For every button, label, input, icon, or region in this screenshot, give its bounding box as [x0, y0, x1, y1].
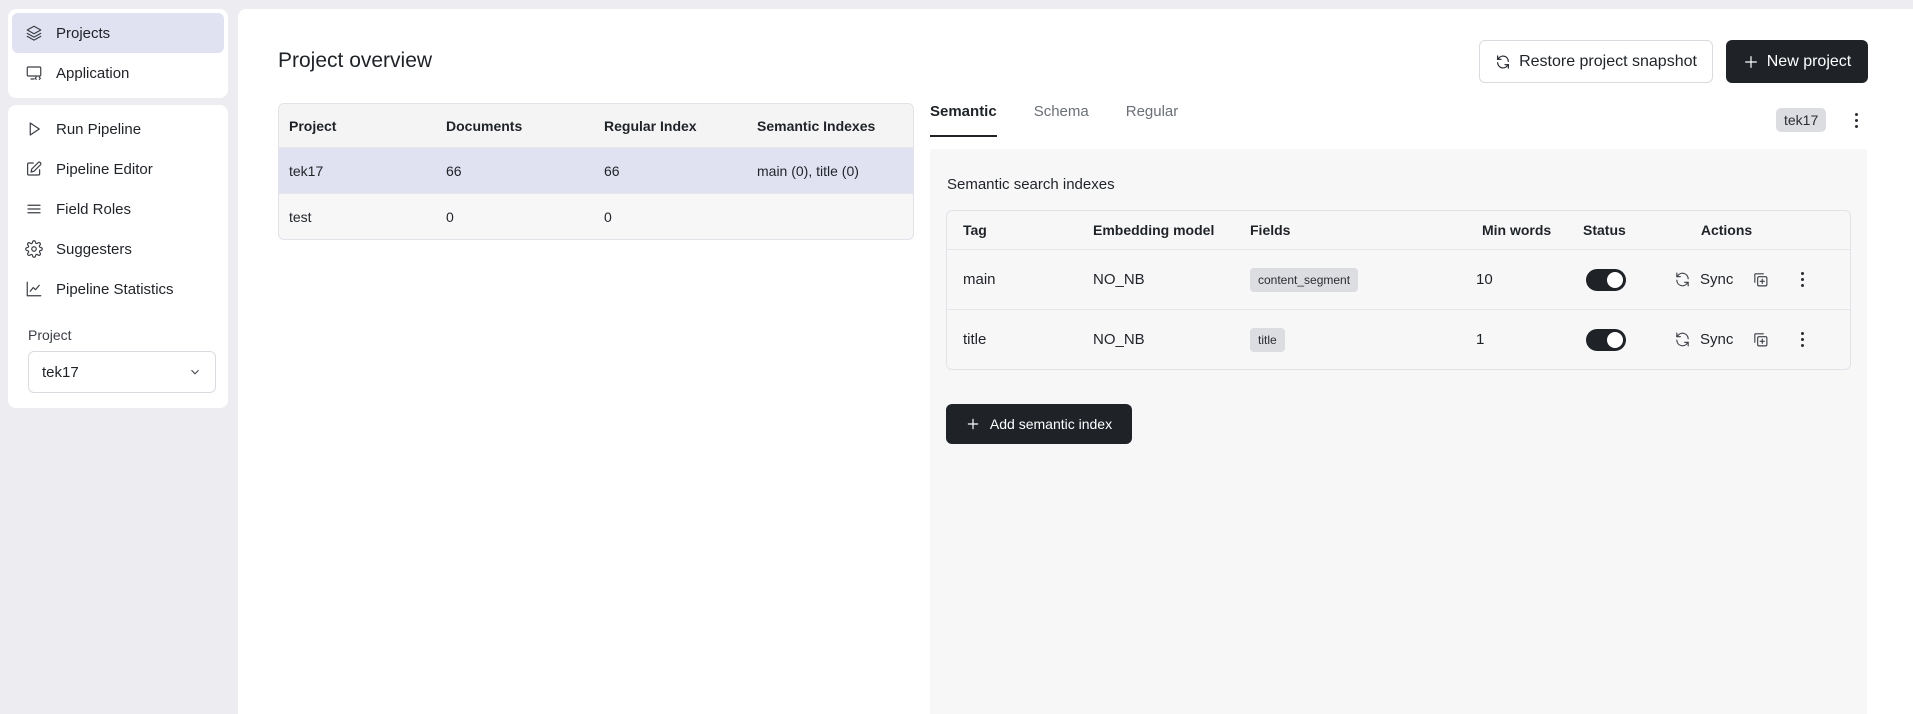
layers-icon [24, 23, 44, 43]
list-icon [24, 199, 44, 219]
panel-title: Semantic search indexes [947, 176, 1115, 193]
sidebar-item-label: Field Roles [56, 200, 132, 218]
project-name-cell: tek17 [289, 162, 324, 179]
column-header: Project [289, 117, 337, 134]
sidebar-item-run-pipeline[interactable]: Run Pipeline [12, 109, 224, 149]
min-words-cell: 1 [1476, 331, 1485, 348]
sidebar-item-label: Pipeline Editor [56, 160, 153, 178]
tab-regular[interactable]: Regular [1126, 103, 1179, 137]
sidebar-item-label: Projects [56, 24, 111, 42]
row-more-options-icon[interactable] [1794, 270, 1810, 290]
chevron-down-icon [191, 369, 199, 375]
table-row[interactable]: tek17 66 66 main (0), title (0) [279, 147, 913, 193]
column-header: Status [1583, 222, 1626, 238]
regular-index-cell: 0 [604, 208, 612, 225]
project-select-value: tek17 [42, 363, 79, 381]
column-header: Fields [1250, 222, 1291, 238]
restore-snapshot-label: Restore project snapshot [1519, 52, 1697, 70]
status-toggle[interactable] [1586, 328, 1626, 351]
table-row: title NO_NB title 1 Sync [947, 309, 1850, 369]
projects-table: Project Documents Regular Index Semantic… [278, 103, 914, 240]
tag-cell: title [963, 331, 987, 348]
refresh-icon [1676, 332, 1689, 347]
column-header: Tag [963, 222, 987, 238]
refresh-icon [1497, 54, 1509, 69]
semantic-indexes-cell: main (0), title (0) [757, 162, 859, 179]
semantic-index-table: Tag Embedding model Fields Min words Sta… [946, 210, 1851, 370]
sidebar-item-label: Application [56, 64, 130, 82]
column-header: Min words [1482, 222, 1552, 238]
more-options-icon[interactable] [1848, 110, 1864, 130]
index-tabs: Semantic Schema Regular [930, 103, 1215, 137]
documents-cell: 66 [446, 162, 462, 179]
column-header: Actions [1700, 222, 1753, 238]
sync-button[interactable]: Sync [1674, 331, 1733, 348]
gear-icon [24, 239, 44, 259]
documents-cell: 0 [446, 208, 454, 225]
restore-snapshot-button[interactable]: Restore project snapshot [1479, 40, 1713, 83]
sync-label: Sync [1700, 331, 1734, 348]
tab-schema[interactable]: Schema [1034, 103, 1089, 137]
page-title: Project overview [278, 49, 433, 72]
new-project-label: New project [1766, 52, 1852, 70]
duplicate-icon[interactable] [1752, 271, 1769, 288]
monitor-code-icon [24, 63, 44, 83]
tag-cell: main [963, 271, 996, 288]
duplicate-icon[interactable] [1752, 331, 1769, 348]
column-header: Semantic Indexes [757, 117, 876, 134]
sidebar-item-projects[interactable]: Projects [12, 13, 224, 53]
project-select[interactable]: tek17 [28, 351, 216, 393]
sidebar-item-label: Run Pipeline [56, 120, 142, 138]
table-header: Project Documents Regular Index Semantic… [279, 104, 913, 147]
new-project-button[interactable]: New project [1726, 40, 1868, 83]
sync-label: Sync [1700, 271, 1734, 288]
sidebar-item-suggesters[interactable]: Suggesters [12, 229, 224, 269]
column-header: Regular Index [604, 117, 697, 134]
add-semantic-index-button[interactable]: Add semantic index [946, 404, 1132, 444]
line-chart-icon [24, 279, 44, 299]
sidebar-item-application[interactable]: Application [12, 53, 224, 93]
regular-index-cell: 66 [604, 162, 620, 179]
column-header: Embedding model [1093, 222, 1215, 238]
plus-icon [1744, 55, 1757, 68]
refresh-icon [1676, 272, 1689, 287]
sidebar-item-label: Pipeline Statistics [56, 280, 174, 298]
play-icon [24, 119, 44, 139]
edit-icon [24, 159, 44, 179]
row-more-options-icon[interactable] [1794, 330, 1810, 350]
table-header: Tag Embedding model Fields Min words Sta… [947, 211, 1850, 249]
add-semantic-index-label: Add semantic index [989, 416, 1113, 432]
field-chip: title [1250, 327, 1285, 352]
plus-icon [967, 418, 979, 430]
embedding-model-cell: NO_NB [1093, 331, 1145, 348]
column-header: Documents [446, 117, 523, 134]
sidebar-item-pipeline-statistics[interactable]: Pipeline Statistics [12, 269, 224, 309]
project-select-label: Project [28, 327, 72, 343]
project-badge: tek17 [1776, 108, 1827, 132]
project-name-cell: test [289, 208, 312, 225]
status-toggle[interactable] [1586, 268, 1626, 291]
table-row: main NO_NB content_segment 10 Sync [947, 249, 1850, 309]
semantic-panel: Semantic search indexes Tag Embedding mo… [930, 149, 1867, 714]
main-content: Project overview Restore project snapsho… [238, 9, 1913, 714]
sidebar-item-label: Suggesters [56, 240, 132, 258]
sidebar-item-field-roles[interactable]: Field Roles [12, 189, 224, 229]
field-chip: content_segment [1250, 267, 1359, 292]
sidebar-bottom-card: Run Pipeline Pipeline Editor Field Roles… [8, 105, 228, 408]
sidebar-item-pipeline-editor[interactable]: Pipeline Editor [12, 149, 224, 189]
tab-semantic[interactable]: Semantic [930, 103, 997, 137]
table-row[interactable]: test 0 0 [279, 193, 913, 239]
min-words-cell: 10 [1476, 271, 1493, 288]
sidebar-top-card: Projects Application [8, 9, 228, 98]
embedding-model-cell: NO_NB [1093, 271, 1145, 288]
sync-button[interactable]: Sync [1674, 271, 1733, 288]
